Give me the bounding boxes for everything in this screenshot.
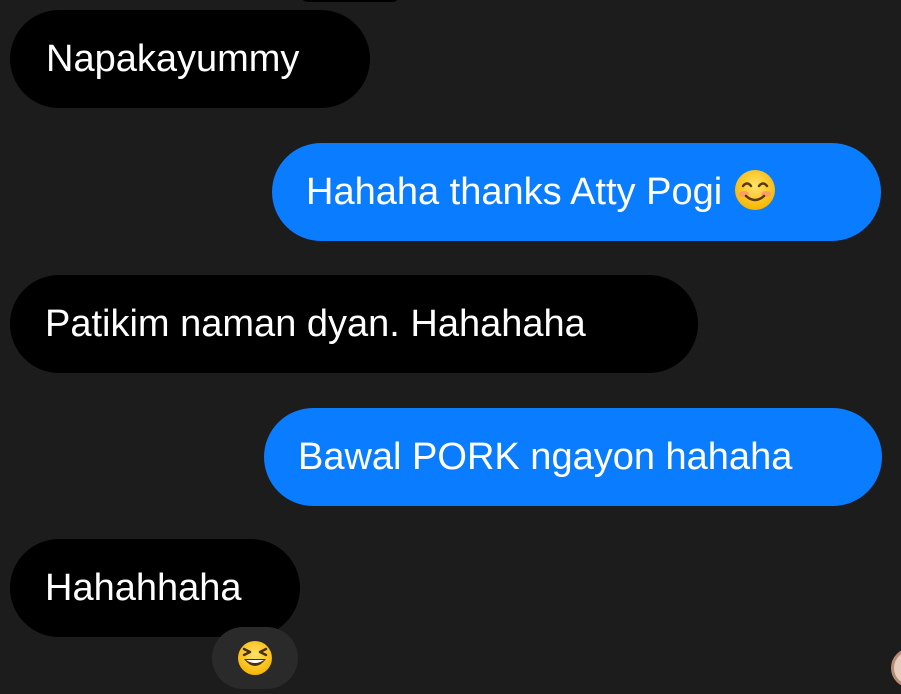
message-text: Hahahhaha — [45, 567, 242, 609]
message-text: Patikim naman dyan. Hahahaha — [45, 303, 586, 345]
avatar — [891, 648, 901, 688]
message-bubble-incoming[interactable]: Hahahhaha — [10, 539, 300, 637]
message-bubble-outgoing[interactable]: Bawal PORK ngayon hahaha — [264, 408, 882, 506]
smiling-face-icon — [735, 170, 776, 210]
previous-message-edge — [300, 0, 400, 2]
message-bubble-outgoing[interactable]: Hahaha thanks Atty Pogi — [272, 143, 881, 241]
message-text: Hahaha thanks Atty Pogi — [306, 171, 723, 213]
message-reaction[interactable] — [212, 627, 298, 689]
message-text: Bawal PORK ngayon hahaha — [298, 436, 793, 478]
message-text: Napakayummy — [46, 38, 300, 80]
message-bubble-incoming[interactable]: Napakayummy — [10, 10, 370, 108]
grinning-squinting-face-icon — [238, 641, 272, 675]
message-bubble-incoming[interactable]: Patikim naman dyan. Hahahaha — [10, 275, 698, 373]
